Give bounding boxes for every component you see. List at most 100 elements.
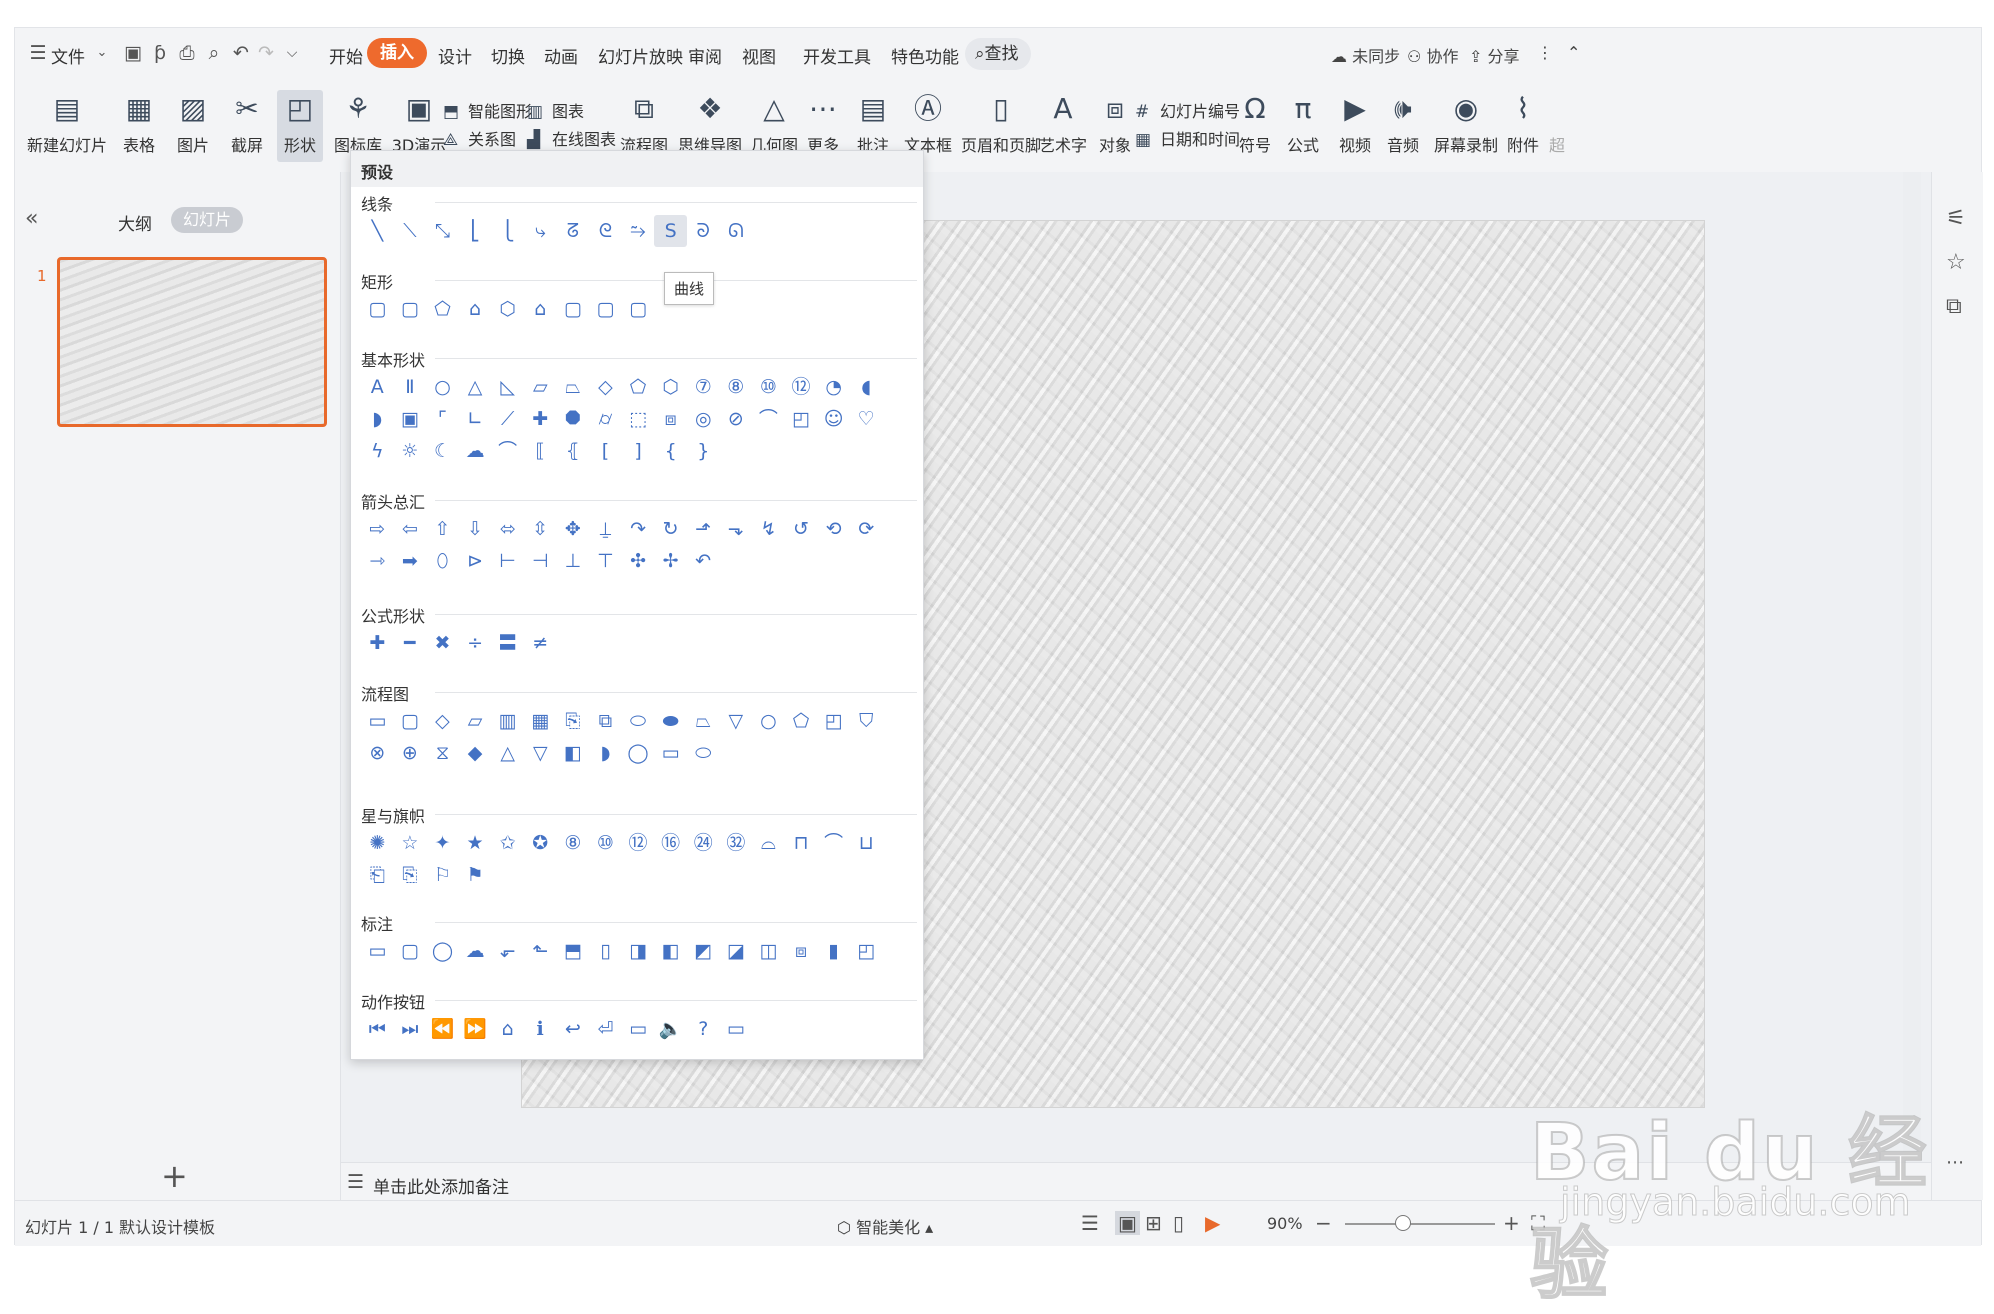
attachment-button[interactable]: ⌇ 附件 [1503, 92, 1543, 156]
shape-stars-banners-17-icon[interactable]: ⎗ [361, 859, 394, 891]
3d-demo-button[interactable]: ▣ 3D演示 [391, 92, 447, 156]
shape-flowchart-16-icon[interactable]: ⛉ [850, 705, 883, 737]
shape-basic-shapes-42-icon[interactable]: { [654, 435, 687, 467]
shape-flowchart-1-icon[interactable]: ▭ [361, 705, 394, 737]
shape-flowchart-4-icon[interactable]: ▱ [459, 705, 492, 737]
shape-arrows-11-icon[interactable]: ⬏ [687, 513, 720, 545]
shape-equation-shapes-6-icon[interactable]: ≠ [524, 627, 557, 659]
shape-basic-shapes-30-icon[interactable]: ◰ [785, 403, 818, 435]
shape-equation-shapes-5-icon[interactable]: 〓 [491, 627, 524, 659]
shape-lines-3-icon[interactable]: ⤡ [426, 215, 459, 247]
shape-stars-banners-15-icon[interactable]: ⌒ [817, 827, 850, 859]
header-footer-button[interactable]: ▯ 页眉和页脚 [959, 92, 1043, 156]
datetime-button[interactable]: ▦ 日期和时间 [1135, 126, 1240, 150]
tab-slideshow[interactable]: 幻灯片放映 [598, 43, 683, 68]
shape-basic-shapes-38-icon[interactable]: ⟦ [524, 435, 557, 467]
fit-window-icon[interactable]: ⛶ [1531, 1211, 1545, 1235]
shape-stars-banners-5-icon[interactable]: ✩ [491, 827, 524, 859]
shape-stars-banners-12-icon[interactable]: ㉜ [720, 827, 753, 859]
shape-basic-shapes-14-icon[interactable]: ⑫ [785, 371, 818, 403]
mindmap-button[interactable]: ❖ 思维导图 [677, 92, 743, 156]
copy-icon[interactable]: ⧉ [1946, 294, 1962, 319]
picture-button[interactable]: ▨ 图片 [173, 92, 213, 156]
shape-lines-2-icon[interactable]: ⟍ [394, 215, 427, 247]
zoom-in-icon[interactable]: + [1503, 1211, 1520, 1235]
hamburger-icon[interactable]: ☰ [27, 42, 49, 64]
shape-arrows-7-icon[interactable]: ✥ [557, 513, 590, 545]
curve-shape-icon[interactable]: S [654, 215, 687, 247]
shape-arrows-22-icon[interactable]: ⊣ [524, 545, 557, 577]
notes-area[interactable]: ☰ 单击此处添加备注 [341, 1162, 1931, 1200]
shape-callouts-1-icon[interactable]: ▭ [361, 935, 394, 967]
shape-stars-banners-20-icon[interactable]: ⚑ [459, 859, 492, 891]
file-menu[interactable]: 文件 [51, 43, 85, 68]
tab-insert[interactable]: 插入 [367, 38, 427, 68]
shape-basic-shapes-26-icon[interactable]: ⧈ [654, 403, 687, 435]
shape-rectangles-1-icon[interactable]: ▢ [361, 293, 394, 325]
shape-basic-shapes-40-icon[interactable]: [ [589, 435, 622, 467]
shape-arrows-20-icon[interactable]: ⊳ [459, 545, 492, 577]
shape-callouts-4-icon[interactable]: ☁ [459, 935, 492, 967]
shape-arrows-14-icon[interactable]: ↺ [785, 513, 818, 545]
undo-icon[interactable]: ↶ [230, 42, 252, 64]
shape-basic-shapes-27-icon[interactable]: ◎ [687, 403, 720, 435]
shape-basic-shapes-22-icon[interactable]: ✚ [524, 403, 557, 435]
smart-graphic-button[interactable]: ⬒ 智能图形 [443, 98, 532, 122]
redo-icon[interactable]: ↷ [255, 42, 277, 64]
shape-lines-5-icon[interactable]: ⎩ [491, 215, 524, 247]
shape-equation-shapes-4-icon[interactable]: ÷ [459, 627, 492, 659]
shape-stars-banners-14-icon[interactable]: ⊓ [785, 827, 818, 859]
relation-button[interactable]: ⟁ 关系图 [443, 126, 516, 150]
shape-flowchart-19-icon[interactable]: ⧖ [426, 737, 459, 769]
shape-arrows-9-icon[interactable]: ↷ [622, 513, 655, 545]
shape-action-buttons-7-icon[interactable]: ↩ [557, 1013, 590, 1045]
shape-stars-banners-6-icon[interactable]: ✪ [524, 827, 557, 859]
screen-record-button[interactable]: ◉ 屏幕录制 [1433, 92, 1499, 156]
shape-callouts-14-icon[interactable]: ⧈ [785, 935, 818, 967]
shape-flowchart-20-icon[interactable]: ◆ [459, 737, 492, 769]
shape-callouts-10-icon[interactable]: ◧ [654, 935, 687, 967]
table-button[interactable]: ▦ 表格 [119, 92, 159, 156]
shape-arrows-13-icon[interactable]: ↯ [752, 513, 785, 545]
shape-arrows-17-icon[interactable]: ⇾ [361, 545, 394, 577]
shape-action-buttons-9-icon[interactable]: ▭ [622, 1013, 655, 1045]
shape-callouts-11-icon[interactable]: ◩ [687, 935, 720, 967]
shape-arrows-19-icon[interactable]: ⬯ [426, 545, 459, 577]
shape-flowchart-2-icon[interactable]: ▢ [394, 705, 427, 737]
shape-basic-shapes-31-icon[interactable]: ☺ [817, 403, 850, 435]
shape-stars-banners-18-icon[interactable]: ⎘ [394, 859, 427, 891]
shape-callouts-7-icon[interactable]: ⬒ [557, 935, 590, 967]
shape-lines-9-icon[interactable]: ⥲ [622, 215, 655, 247]
shape-flowchart-8-icon[interactable]: ⧉ [589, 705, 622, 737]
shape-stars-banners-11-icon[interactable]: ㉔ [687, 827, 720, 859]
collapse-ribbon-icon[interactable]: ⌃ [1567, 43, 1580, 62]
shape-basic-shapes-16-icon[interactable]: ◖ [850, 371, 883, 403]
shape-flowchart-22-icon[interactable]: ▽ [524, 737, 557, 769]
shape-flowchart-15-icon[interactable]: ◰ [817, 705, 850, 737]
play-slideshow-icon[interactable]: ▶ [1205, 1211, 1220, 1235]
shape-basic-shapes-4-icon[interactable]: △ [459, 371, 492, 403]
shape-lines-4-icon[interactable]: ⎣ [459, 215, 492, 247]
shape-basic-shapes-36-icon[interactable]: ☁ [459, 435, 492, 467]
shape-flowchart-18-icon[interactable]: ⊕ [394, 737, 427, 769]
shape-rectangles-7-icon[interactable]: ▢ [557, 293, 590, 325]
object-button[interactable]: ⧈ 对象 [1095, 92, 1135, 156]
shape-arrows-2-icon[interactable]: ⇦ [394, 513, 427, 545]
shape-action-buttons-8-icon[interactable]: ⏎ [589, 1013, 622, 1045]
reading-view-icon[interactable]: ▯ [1173, 1211, 1184, 1235]
shape-action-buttons-5-icon[interactable]: ⌂ [491, 1013, 524, 1045]
new-slide-button[interactable]: ▤ 新建幻灯片 [25, 92, 109, 156]
shape-button[interactable]: ◰ 形状 [277, 90, 323, 162]
shape-action-buttons-12-icon[interactable]: ▭ [720, 1013, 753, 1045]
shape-stars-banners-19-icon[interactable]: ⚐ [426, 859, 459, 891]
search-box[interactable]: ⌕查找 [965, 38, 1031, 70]
tab-transition[interactable]: 切换 [491, 43, 525, 68]
format-painter-icon[interactable]: ƥ [149, 42, 171, 64]
shape-action-buttons-6-icon[interactable]: ℹ [524, 1013, 557, 1045]
star-icon[interactable]: ☆ [1946, 250, 1966, 275]
shape-flowchart-9-icon[interactable]: ⬭ [622, 705, 655, 737]
shape-callouts-13-icon[interactable]: ◫ [752, 935, 785, 967]
shape-basic-shapes-8-icon[interactable]: ◇ [589, 371, 622, 403]
shape-stars-banners-10-icon[interactable]: ⑯ [654, 827, 687, 859]
shape-callouts-8-icon[interactable]: ▯ [589, 935, 622, 967]
